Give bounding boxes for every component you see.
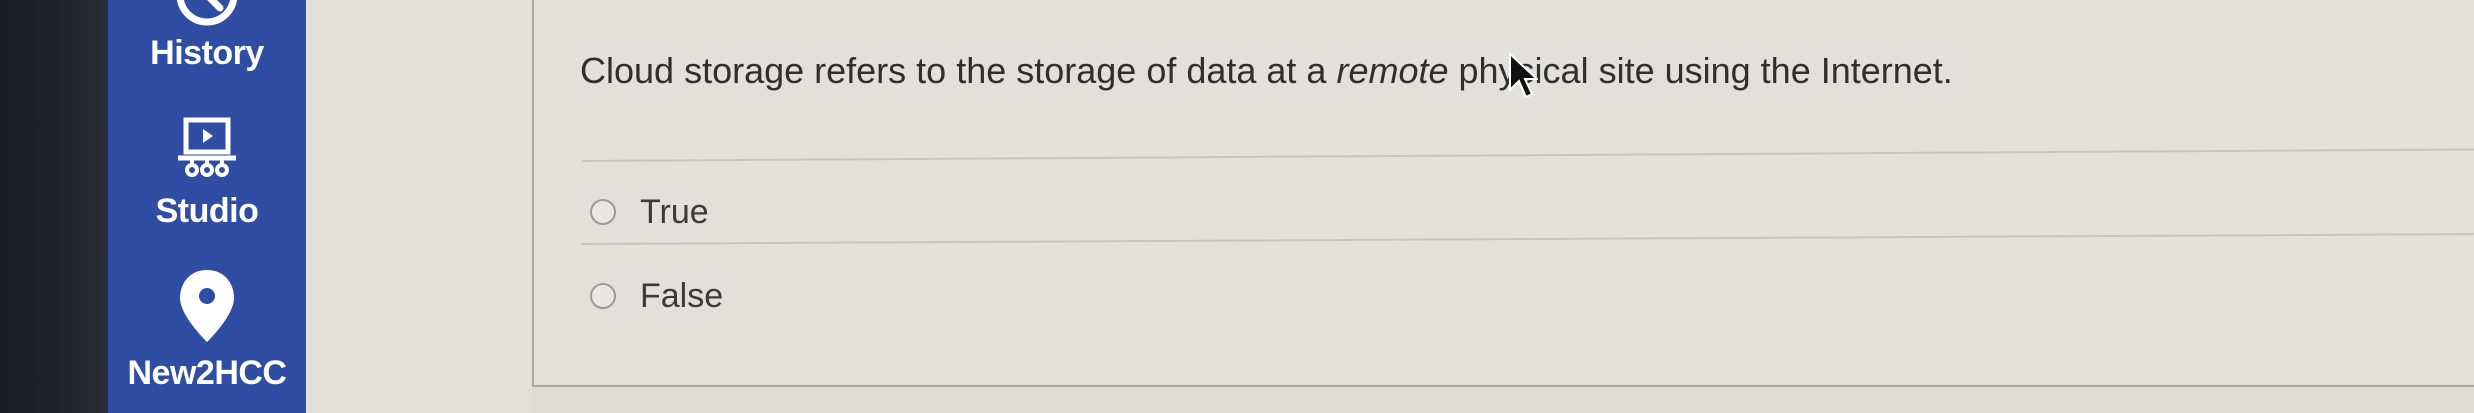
- question-text-part: Cloud storage refers to the storage of d…: [580, 50, 1337, 91]
- left-edge: [0, 0, 108, 413]
- mouse-cursor-icon: [1509, 52, 1538, 99]
- sidebar-item-history[interactable]: History: [108, 0, 306, 73]
- question-emphasis: remote: [1336, 50, 1449, 91]
- sidebar-item-label: New2HCC: [127, 354, 287, 392]
- content-gutter: [306, 0, 532, 413]
- clock-icon: [176, 0, 238, 26]
- sidebar-item-label: History: [150, 34, 264, 72]
- radio-button[interactable]: [590, 283, 616, 309]
- option-label: False: [640, 277, 724, 315]
- option-label: True: [640, 193, 709, 231]
- sidebar-nav: History Studio New2HCC: [108, 0, 306, 413]
- sidebar-item-new2hcc[interactable]: New2HCC: [108, 268, 306, 393]
- sidebar-item-studio[interactable]: Studio: [108, 116, 306, 231]
- radio-button[interactable]: [590, 199, 616, 225]
- studio-icon: [178, 117, 236, 177]
- sidebar-item-label: Studio: [155, 192, 259, 230]
- location-pin-icon: [180, 270, 234, 342]
- question-text: Cloud storage refers to the storage of d…: [580, 50, 1953, 92]
